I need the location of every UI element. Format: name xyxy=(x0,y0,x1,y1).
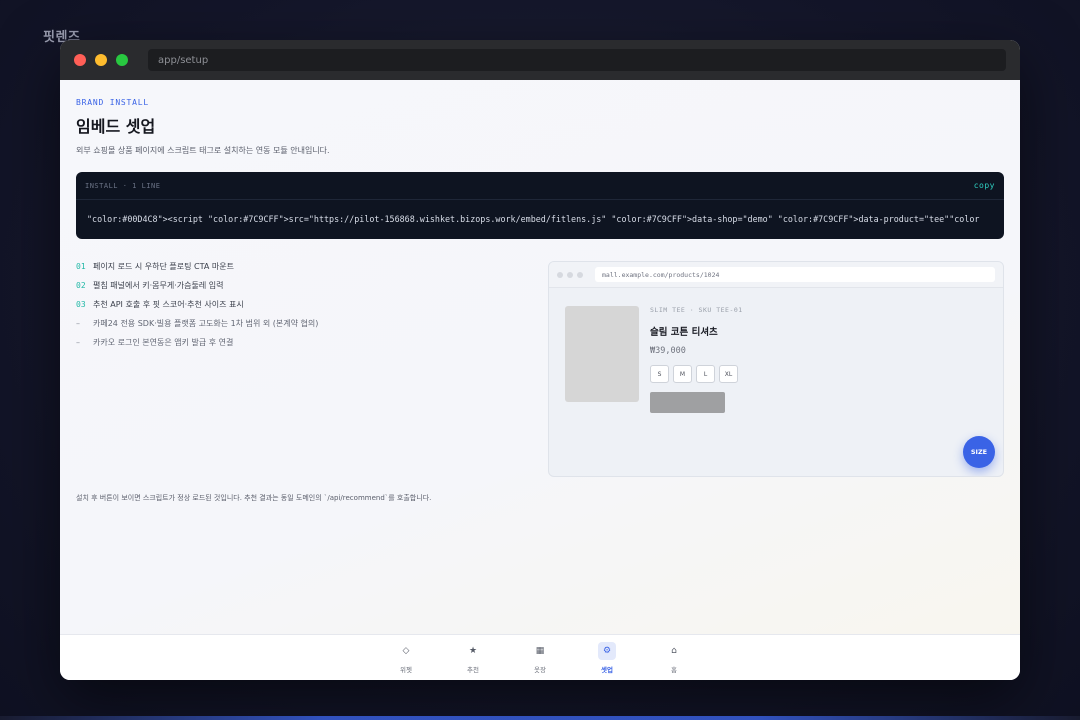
close-window-button[interactable] xyxy=(74,54,86,66)
step-number: 03 xyxy=(76,300,86,309)
page-title: 임베드 셋업 xyxy=(76,117,156,136)
step-number: 01 xyxy=(76,262,86,271)
tab-recommend[interactable]: ★ 추천 xyxy=(440,642,507,674)
page-kicker: BRAND INSTALL xyxy=(76,98,150,107)
grid-icon: ▦ xyxy=(535,645,545,656)
preview-browser-bar: mall.example.com/products/1024 xyxy=(549,262,1003,288)
lower-section: 01 페이지 로드 시 우하단 플로팅 CTA 마운트 02 펼침 패널에서 키… xyxy=(76,261,1004,477)
size-option-s[interactable]: S xyxy=(650,365,669,383)
address-bar[interactable]: app/setup xyxy=(148,49,1006,71)
steps-list: 01 페이지 로드 시 우하단 플로팅 CTA 마운트 02 펼침 패널에서 키… xyxy=(76,261,548,477)
size-option-xl[interactable]: XL xyxy=(719,365,738,383)
size-options: S M L XL xyxy=(650,365,743,383)
install-snippet[interactable]: "color:#00D4C8"><script "color:#7C9CFF">… xyxy=(76,200,1004,238)
tab-widget[interactable]: ◇ 위젯 xyxy=(373,642,440,674)
step-text: 펼침 패널에서 키·몸무게·가슴둘레 입력 xyxy=(93,281,224,290)
list-item: 02 펼침 패널에서 키·몸무게·가슴둘레 입력 xyxy=(76,280,548,299)
bottom-accent-line xyxy=(0,716,1080,720)
list-item: – 카페24 전용 SDK·빌용 플랫폼 고도화는 1차 범위 외 (본계약 협… xyxy=(76,318,548,337)
browser-window: app/setup BRAND INSTALL 임베드 셋업 외부 쇼핑몰 상품… xyxy=(60,40,1020,680)
tab-label: 위젯 xyxy=(400,665,412,674)
setup-page: BRAND INSTALL 임베드 셋업 외부 쇼핑몰 상품 페이지에 스크립트… xyxy=(60,80,1020,634)
tab-setup[interactable]: ⚙ 셋업 xyxy=(574,641,641,674)
diamond-icon: ◇ xyxy=(402,645,410,656)
star-icon: ★ xyxy=(468,645,478,656)
window-titlebar: app/setup xyxy=(60,40,1020,80)
bottom-tab-bar: ◇ 위젯 ★ 추천 ▦ 옷장 ⚙ 셋업 ⌂ 홈 xyxy=(60,634,1020,680)
step-text: 추천 API 호출 후 핏 스코어·추천 사이즈 표시 xyxy=(93,300,244,309)
tab-label: 추천 xyxy=(467,665,479,674)
step-text: 페이지 로드 시 우하단 플로팅 CTA 마운트 xyxy=(93,262,234,271)
product-image-placeholder xyxy=(565,306,639,402)
code-header: INSTALL · 1 LINE copy xyxy=(76,172,1004,200)
product-price: ₩39,000 xyxy=(650,346,686,356)
preview-dot xyxy=(557,271,563,278)
list-item: 03 추천 API 호출 후 핏 스코어·추천 사이즈 표시 xyxy=(76,299,548,318)
add-to-cart-placeholder[interactable] xyxy=(650,392,725,413)
size-option-l[interactable]: L xyxy=(696,365,715,383)
tab-label: 옷장 xyxy=(534,665,546,674)
install-code-block: INSTALL · 1 LINE copy "color:#00D4C8"><s… xyxy=(76,172,1004,239)
product-name: 슬림 코튼 티셔츠 xyxy=(650,327,718,338)
list-item: – 카카오 로그인 본연동은 앱키 발급 후 연결 xyxy=(76,337,548,356)
preview-dot xyxy=(567,271,573,278)
minimize-window-button[interactable] xyxy=(95,54,107,66)
store-preview: mall.example.com/products/1024 SLIM TEE … xyxy=(548,261,1004,477)
preview-url: mall.example.com/products/1024 xyxy=(595,267,995,282)
tab-label: 홈 xyxy=(671,665,677,674)
size-cta-button[interactable]: SIZE xyxy=(963,436,995,468)
page-subtitle: 외부 쇼핑몰 상품 페이지에 스크립트 태그로 설치하는 연동 모듈 안내입니다… xyxy=(76,146,330,155)
product-sku: SLIM TEE · SKU TEE-01 xyxy=(650,306,743,314)
preview-dot xyxy=(577,271,583,278)
product-info: SLIM TEE · SKU TEE-01 슬림 코튼 티셔츠 ₩39,000 … xyxy=(650,306,743,413)
gear-icon: ⚙ xyxy=(598,641,616,660)
home-icon: ⌂ xyxy=(671,645,677,656)
note-dash: – xyxy=(76,338,80,347)
maximize-window-button[interactable] xyxy=(116,54,128,66)
size-option-m[interactable]: M xyxy=(673,365,692,383)
note-text: 카카오 로그인 본연동은 앱키 발급 후 연결 xyxy=(93,338,234,347)
step-number: 02 xyxy=(76,281,86,290)
tab-label: 셋업 xyxy=(601,665,613,674)
copy-button[interactable]: copy xyxy=(974,181,995,190)
list-item: 01 페이지 로드 시 우하단 플로팅 CTA 마운트 xyxy=(76,261,548,280)
tab-closet[interactable]: ▦ 옷장 xyxy=(507,642,574,674)
tab-home[interactable]: ⌂ 홈 xyxy=(641,642,708,674)
product-card: SLIM TEE · SKU TEE-01 슬림 코튼 티셔츠 ₩39,000 … xyxy=(549,288,1003,431)
note-dash: – xyxy=(76,319,80,328)
code-header-label: INSTALL · 1 LINE xyxy=(85,181,161,190)
note-text: 카페24 전용 SDK·빌용 플랫폼 고도화는 1차 범위 외 (본계약 협의) xyxy=(93,319,319,328)
install-footnote: 설치 후 버튼이 보이면 스크립트가 정상 로드된 것입니다. 추천 결과는 동… xyxy=(76,494,432,502)
